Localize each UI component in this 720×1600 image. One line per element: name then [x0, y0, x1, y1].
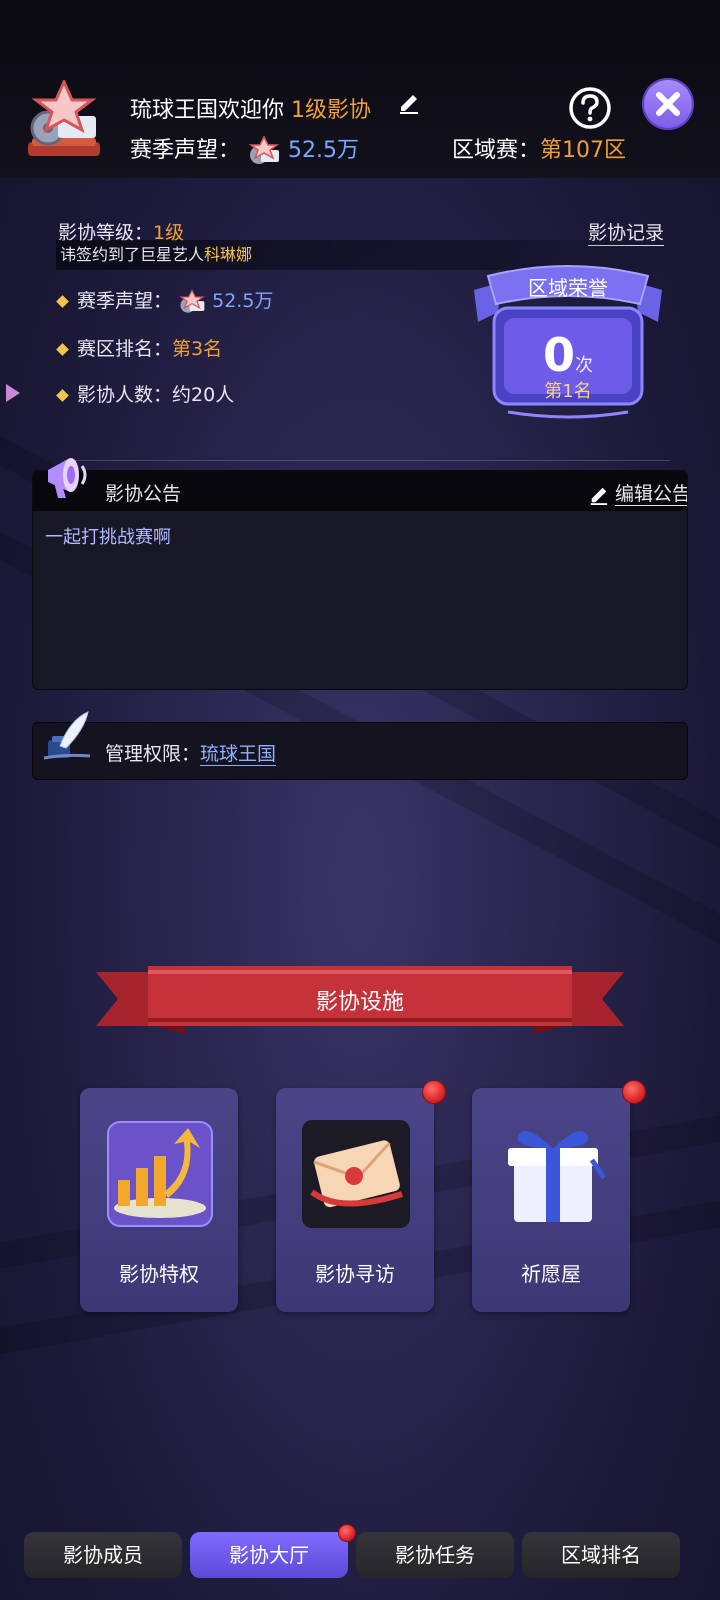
tab-hall[interactable]: 影协大厅 — [190, 1532, 348, 1578]
envelope-letter-icon — [302, 1120, 410, 1228]
region-line: 区域赛：第107区 — [452, 132, 626, 164]
stat-row-rank: 赛区排名：第3名 — [56, 334, 223, 361]
welcome-text: 琉球王国欢迎你 — [130, 98, 285, 123]
stat-label: 影协人数： — [77, 384, 173, 406]
close-icon — [656, 92, 680, 116]
ticker-star-name: 科琳娜 — [204, 245, 253, 264]
reputation-icon — [179, 288, 205, 313]
reputation-label: 赛季声望： — [130, 138, 241, 163]
help-icon[interactable] — [568, 86, 612, 130]
tab-tasks[interactable]: 影协任务 — [356, 1532, 514, 1578]
permission-holder-link[interactable]: 琉球王国 — [200, 743, 277, 766]
facilities-title: 影协设施 — [315, 990, 404, 1015]
tab-members[interactable]: 影协成员 — [24, 1532, 182, 1578]
notification-badge — [422, 1080, 446, 1104]
stat-label: 赛区排名： — [77, 338, 173, 360]
guild-logo-icon — [28, 80, 100, 156]
reputation-line: 赛季声望： 52.5万 — [130, 132, 359, 166]
honor-title: 区域荣誉 — [528, 276, 608, 300]
guild-level-badge: 1级影协 — [291, 98, 372, 123]
notice-content: 一起打挑战赛啊 — [45, 527, 171, 548]
edit-notice-button[interactable]: 编辑公告 — [589, 479, 687, 506]
facility-label: 影协特权 — [119, 1262, 199, 1286]
close-button[interactable] — [642, 78, 694, 130]
notice-header: 影协公告 编辑公告 — [33, 471, 687, 511]
facility-label: 祈愿屋 — [521, 1262, 581, 1286]
permission-row: 管理权限：琉球王国 — [32, 722, 688, 780]
region-label: 区域赛： — [452, 138, 541, 163]
honor-rank: 第1名 — [544, 381, 592, 402]
notification-badge — [338, 1524, 356, 1542]
edit-pen-icon — [590, 487, 608, 505]
honor-count: 0次 — [468, 328, 668, 382]
stat-value: 第3名 — [172, 338, 223, 360]
gift-box-icon — [508, 1131, 607, 1222]
reputation-value: 52.5万 — [288, 138, 360, 163]
guild-notice-panel: 影协公告 编辑公告 一起打挑战赛啊 — [32, 470, 688, 690]
facility-card-privilege[interactable]: 影协特权 — [80, 1088, 238, 1312]
stat-label: 赛季声望： — [77, 290, 173, 312]
facility-card-visit[interactable]: 影协寻访 — [276, 1088, 434, 1312]
facility-label: 影协寻访 — [315, 1262, 395, 1286]
notification-badge — [622, 1080, 646, 1104]
edit-name-pen-icon[interactable] — [398, 92, 420, 114]
welcome-line: 琉球王国欢迎你 1级影协 — [130, 92, 371, 124]
region-honor-badge[interactable]: 区域荣誉 0次 第1名 — [468, 262, 668, 422]
section-divider — [64, 460, 670, 461]
quill-ink-icon — [43, 711, 91, 760]
status-bar-area — [0, 0, 720, 60]
honor-count-number: 0 — [542, 328, 575, 382]
tab-region-ranking[interactable]: 区域排名 — [522, 1532, 680, 1578]
ticker-text: 讳签约到了巨星艺人 — [60, 245, 205, 264]
stat-row-reputation: 赛季声望： 52.5万 — [56, 286, 274, 315]
bullet-diamond-icon — [56, 389, 69, 402]
privilege-growth-chart-icon — [107, 1121, 213, 1227]
notice-title: 影协公告 — [105, 483, 182, 505]
facility-card-wish-house[interactable]: 祈愿屋 — [472, 1088, 630, 1312]
permission-text: 管理权限：琉球王国 — [105, 739, 277, 766]
region-value: 第107区 — [540, 138, 627, 163]
stat-value: 52.5万 — [212, 290, 274, 312]
honor-count-unit: 次 — [575, 355, 593, 376]
edit-notice-label: 编辑公告 — [615, 483, 687, 506]
side-expand-arrow-icon[interactable] — [0, 378, 30, 408]
megaphone-icon — [48, 458, 87, 498]
bullet-diamond-icon — [56, 295, 69, 308]
reputation-icon — [248, 136, 280, 164]
bullet-diamond-icon — [56, 343, 69, 356]
permission-label: 管理权限： — [105, 743, 201, 765]
stat-row-members: 影协人数：约20人 — [56, 380, 235, 407]
stat-value: 约20人 — [172, 384, 235, 406]
